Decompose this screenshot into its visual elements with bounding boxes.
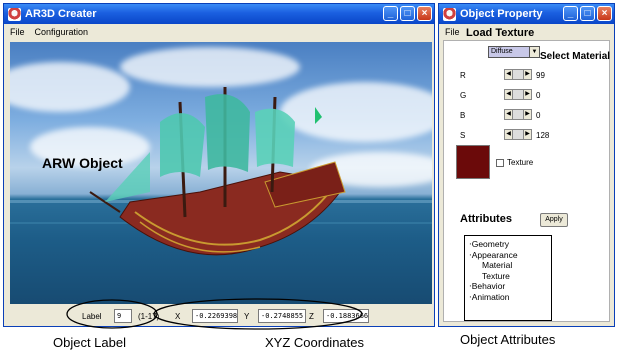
annotation-ellipses <box>66 298 363 330</box>
